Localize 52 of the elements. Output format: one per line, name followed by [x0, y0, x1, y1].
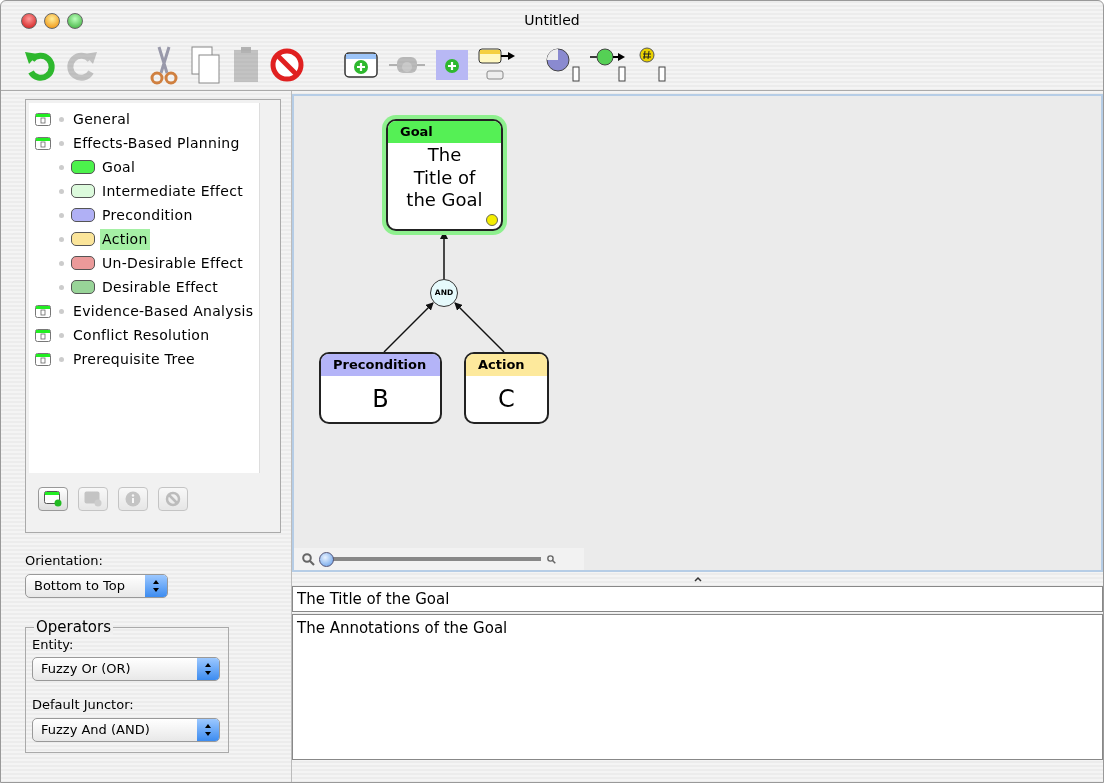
minimize-button[interactable] [44, 13, 60, 29]
add-entity-icon [84, 491, 102, 507]
stepper-arrows-icon [152, 578, 160, 593]
stepper-arrows-icon [204, 662, 212, 676]
node-title: B [371, 384, 390, 415]
junctor-label: Default Junctor: [32, 696, 135, 714]
tree-item[interactable]: Un-Desirable Effect [100, 252, 246, 274]
tree-item[interactable]: Conflict Resolution [71, 324, 212, 346]
category-icon [35, 136, 51, 150]
add-category-button[interactable] [38, 487, 68, 511]
tree-item[interactable]: Prerequisite Tree [71, 348, 197, 370]
category-icon [35, 352, 51, 366]
node-type: Action [466, 354, 547, 376]
add-category-icon [44, 491, 62, 507]
category-icon [35, 304, 51, 318]
tree-item[interactable]: Effects-Based Planning [71, 132, 242, 154]
annotations-field[interactable]: The Annotations of the Goal [292, 614, 1103, 760]
prohibited-icon [165, 491, 181, 507]
entity-dropdown[interactable]: Fuzzy Or (OR) [32, 657, 220, 681]
tree-item[interactable]: General [71, 108, 133, 130]
status-dot [486, 214, 498, 226]
tree-item[interactable]: Desirable Effect [100, 276, 221, 298]
title-field[interactable]: The Title of the Goal [292, 586, 1103, 612]
orientation-dropdown[interactable]: Bottom to Top [25, 573, 168, 598]
tree-item[interactable]: Evidence-Based Analysis [71, 300, 256, 322]
window-title: Untitled [524, 10, 580, 30]
tree-item[interactable]: Action [100, 228, 150, 250]
orientation-label: Orientation: [25, 552, 104, 570]
category-icon [35, 328, 51, 342]
junctor-dropdown[interactable]: Fuzzy And (AND) [32, 717, 220, 742]
close-button[interactable] [21, 13, 37, 29]
info-icon [125, 491, 141, 507]
zoom-slider[interactable] [321, 551, 541, 567]
splitter-handle-icon[interactable] [693, 576, 702, 582]
connector-arrow [454, 302, 505, 353]
tree-item[interactable]: Intermediate Effect [100, 180, 245, 202]
zoom-button[interactable] [67, 13, 83, 29]
node-type: Goal [388, 121, 501, 143]
node-title: C [497, 384, 516, 415]
node-title: The Title of the Goal [405, 143, 484, 213]
entity-label: Entity: [32, 635, 75, 654]
zoom-in-icon [547, 554, 556, 564]
connector-arrow [383, 302, 434, 353]
tree-item[interactable]: Precondition [100, 204, 195, 226]
node-type: Precondition [321, 354, 440, 376]
stepper-arrows-icon [204, 722, 212, 737]
group-title: Operators [34, 619, 113, 635]
diagram-node[interactable]: Precondition B [319, 352, 442, 424]
diagram-node[interactable]: Action C [464, 352, 549, 424]
tree-item[interactable]: Goal [100, 156, 138, 178]
zoom-out-icon [302, 552, 315, 566]
category-icon [35, 112, 51, 126]
